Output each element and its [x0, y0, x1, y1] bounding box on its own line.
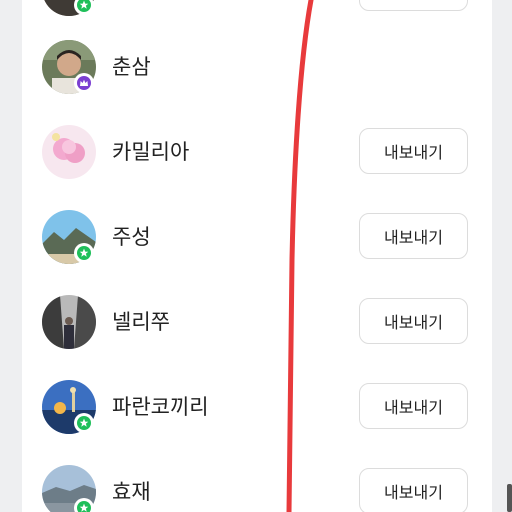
- member-list: 내보내기 춘삼 카밀리아 내보내기 주성 내보내기 넬리쭈: [22, 0, 492, 512]
- list-item[interactable]: 넬리쭈 내보내기: [22, 280, 492, 365]
- avatar[interactable]: [42, 295, 96, 349]
- star-icon: [74, 498, 94, 512]
- avatar[interactable]: [42, 125, 96, 179]
- list-item[interactable]: 주성 내보내기: [22, 195, 492, 280]
- star-icon: [74, 243, 94, 263]
- scrollbar[interactable]: [507, 484, 512, 512]
- member-name: 카밀리아: [112, 140, 190, 164]
- list-item[interactable]: 카밀리아 내보내기: [22, 110, 492, 195]
- list-item[interactable]: 파란코끼리 내보내기: [22, 365, 492, 450]
- crown-icon: [74, 73, 94, 93]
- member-name: 파란코끼리: [112, 395, 209, 419]
- member-name: 주성: [112, 225, 151, 249]
- star-icon: [74, 0, 94, 15]
- list-item[interactable]: 효재 내보내기: [22, 450, 492, 512]
- export-button[interactable]: 내보내기: [359, 128, 468, 174]
- member-name: 넬리쭈: [112, 310, 170, 334]
- export-button[interactable]: 내보내기: [359, 298, 468, 344]
- export-button[interactable]: 내보내기: [359, 0, 468, 11]
- list-item[interactable]: 춘삼: [22, 25, 492, 110]
- export-button[interactable]: 내보내기: [359, 213, 468, 259]
- export-button[interactable]: 내보내기: [359, 468, 468, 512]
- export-button[interactable]: 내보내기: [359, 383, 468, 429]
- member-name: 춘삼: [112, 55, 151, 79]
- star-icon: [74, 413, 94, 433]
- member-name: 효재: [112, 480, 151, 504]
